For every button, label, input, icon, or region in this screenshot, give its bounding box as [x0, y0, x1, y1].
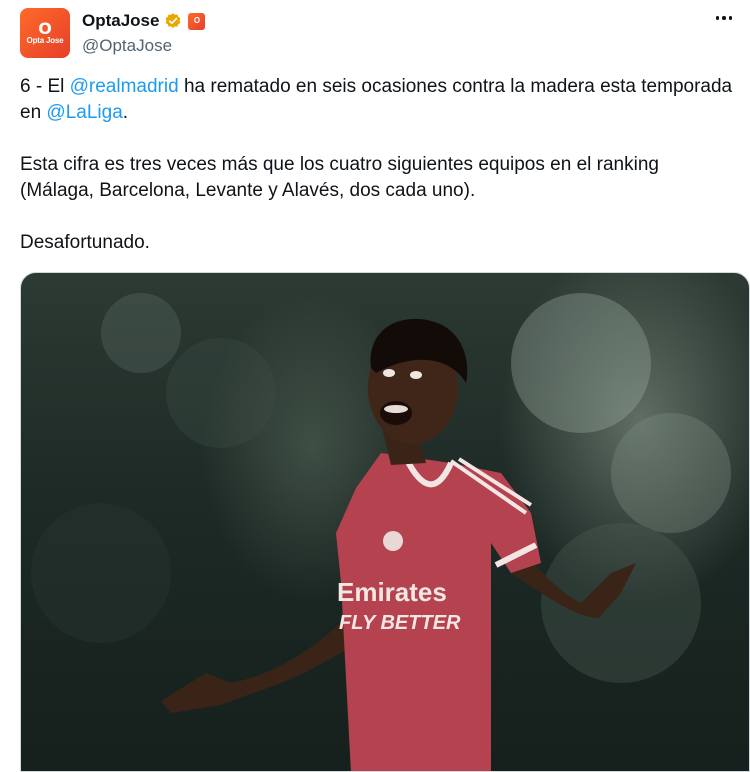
avatar-logo-icon: O	[38, 18, 52, 38]
mention-realmadrid[interactable]: @realmadrid	[70, 76, 179, 97]
shirt-sponsor-line1: Emirates	[337, 577, 447, 607]
avatar-label: Opta Jose	[26, 35, 64, 45]
tweet-text: 6 - El @realmadrid ha rematado en seis o…	[20, 74, 735, 256]
club-crest-icon	[383, 531, 403, 551]
tweet-paragraph-1: 6 - El @realmadrid ha rematado en seis o…	[20, 74, 735, 126]
more-options-icon[interactable]	[710, 8, 738, 28]
player-illustration: Emirates FLY BETTER	[31, 293, 731, 771]
tweet-paragraph-2: Esta cifra es tres veces más que los cua…	[20, 154, 659, 201]
mention-laliga[interactable]: @LaLiga	[46, 102, 122, 123]
tweet-media-photo[interactable]: Emirates FLY BETTER	[20, 272, 750, 772]
avatar[interactable]: O Opta Jose	[20, 8, 70, 58]
verified-badge-icon[interactable]	[164, 12, 182, 30]
display-name[interactable]: OptaJose	[82, 11, 159, 31]
author-name-row: OptaJose O	[82, 9, 206, 33]
tweet-paragraph-3: Desafortunado.	[20, 232, 150, 253]
author-handle[interactable]: @OptaJose	[82, 36, 172, 56]
text-segment: 6 - El	[20, 76, 70, 97]
player-left-arm	[161, 613, 366, 713]
tweet-card: O Opta Jose OptaJose O @OptaJose 6 - El …	[0, 0, 750, 772]
shirt-sponsor-line2: FLY BETTER	[339, 612, 461, 634]
text-segment: .	[122, 102, 129, 123]
affiliate-badge-icon[interactable]: O	[188, 12, 206, 30]
